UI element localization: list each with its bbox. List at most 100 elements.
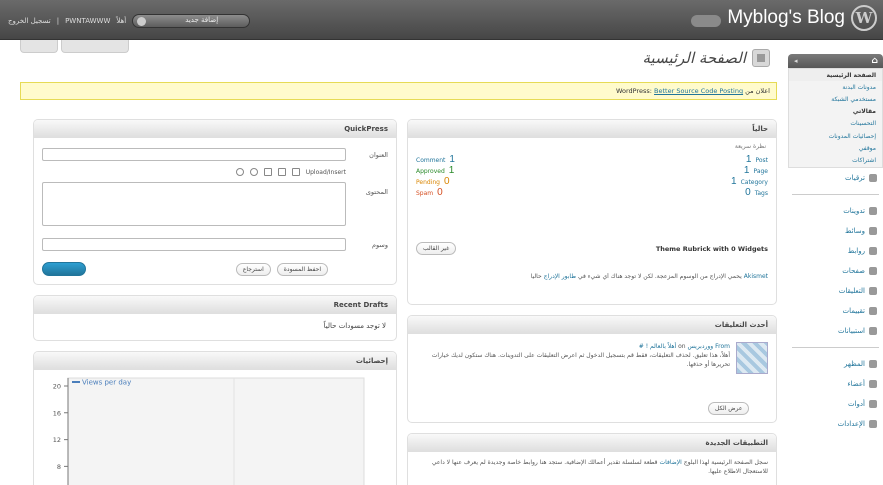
notice-source: WordPress: — [615, 87, 652, 95]
dashboard-menu-head[interactable]: ⌂ ◂ — [788, 54, 883, 68]
theme-line: غير القالب Theme Rubrick with 0 Widgets — [416, 242, 768, 255]
title-input[interactable] — [42, 148, 346, 161]
pages-icon — [869, 266, 877, 275]
menu-group-settings: المظهر أعضاء أدوات الإعدادات — [788, 354, 883, 434]
logout-link[interactable]: تسجيل الخروج — [8, 17, 51, 25]
sidebar-item-appearance[interactable]: المظهر — [788, 354, 883, 374]
greeting-text: أهلاً — [116, 17, 127, 25]
submenu-item[interactable]: موقفي — [789, 142, 882, 154]
akismet-link[interactable]: Akismet — [744, 273, 768, 280]
favorites-arrow-icon[interactable] — [137, 17, 147, 26]
stats-title[interactable]: إحصائيات — [34, 352, 396, 370]
tags-input[interactable] — [42, 238, 346, 251]
theme-info: Theme Rubrick with 0 Widgets — [655, 244, 768, 253]
title-label: العنوان — [369, 150, 388, 159]
notice-link[interactable]: Better Source Code Posting — [654, 87, 743, 95]
sidebar-item-settings[interactable]: الإعدادات — [788, 414, 883, 434]
plugins-title[interactable]: التطبيقات الجديدة — [408, 434, 776, 452]
content-row: المحتوى — [42, 182, 388, 226]
tools-icon — [869, 399, 877, 408]
spam-queue-link[interactable]: طابور الإدراج — [544, 273, 576, 280]
submenu-item[interactable]: إحصائيات المدونات — [789, 130, 882, 142]
pending-stat[interactable]: Pending 0 — [416, 176, 450, 187]
tags-stat[interactable]: 0 Tags — [745, 187, 768, 198]
favorites-label[interactable]: إضافة جديد — [185, 16, 218, 24]
spam-stat[interactable]: Spam 0 — [416, 187, 443, 198]
plugins-link[interactable]: الإضافات — [659, 459, 681, 466]
content-textarea[interactable] — [42, 182, 346, 226]
favorites-menu[interactable]: إضافة جديد — [132, 14, 251, 28]
help-tab[interactable] — [20, 40, 58, 53]
view-all-comments-button[interactable]: عرض الكل — [708, 402, 750, 415]
sidebar-item-upgrades[interactable]: ترقيات — [788, 168, 883, 188]
stats-row: Comment 1 1 Post — [416, 154, 768, 165]
dashboard-icon — [752, 49, 770, 67]
legend-label: Views per day — [82, 379, 131, 387]
comment-excerpt-2: تحريرها أو حذفها. — [686, 361, 730, 368]
sidebar-item-users[interactable]: أعضاء — [788, 374, 883, 394]
visit-site-button[interactable] — [691, 15, 722, 27]
quickpress-buttons: استرجاع احفظ المسودة — [42, 262, 388, 276]
comment-permalink[interactable]: # — [639, 343, 644, 350]
stats-row: Spam 0 0 Tags — [416, 187, 768, 198]
posts-icon — [869, 206, 877, 215]
comment-author-link[interactable]: ووردبريس — [688, 343, 714, 350]
comments-icon — [869, 286, 877, 295]
sidebar-item-pages[interactable]: صفحات — [788, 261, 883, 281]
title-row: العنوان — [42, 148, 388, 161]
sidebar-item-tools[interactable]: أدوات — [788, 394, 883, 414]
sidebar-item-ratings[interactable]: تقييمات — [788, 301, 883, 321]
tags-row: وسوم — [42, 238, 388, 251]
submenu-item[interactable]: التحسينات — [789, 118, 882, 130]
quickpress-title[interactable]: QuickPress — [34, 120, 396, 138]
sidebar-item-links[interactable]: روابط — [788, 241, 883, 261]
menu-separator — [792, 193, 879, 195]
views-chart-svg: 48121620Views per day — [53, 377, 365, 485]
change-theme-button[interactable]: غير القالب — [416, 242, 457, 255]
post-stat[interactable]: 1 Post — [746, 154, 768, 165]
page-stat[interactable]: 1 Page — [744, 165, 768, 176]
comment-post-link[interactable]: أهلاً بالعالم ! — [646, 343, 677, 350]
approved-stat[interactable]: Approved 1 — [416, 165, 454, 176]
submenu-item[interactable]: مستخدمي الشبكة — [789, 93, 882, 105]
avatar — [736, 342, 768, 374]
blog-title[interactable]: Myblog's Blog — [727, 7, 845, 29]
y-tick-label: 16 — [53, 409, 61, 417]
category-stat[interactable]: 1 Category — [731, 176, 768, 187]
stats-box: إحصائيات 48121620Views per day — [33, 351, 397, 485]
sidebar-item-polls[interactable]: استبيانات — [788, 321, 883, 341]
wordpress-logo-icon: W — [851, 5, 877, 31]
submenu-item[interactable]: مقالاتي — [789, 106, 882, 118]
username-link[interactable]: PWNTAWWW — [65, 17, 110, 25]
video-icon[interactable] — [277, 168, 286, 176]
reset-button[interactable]: استرجاع — [235, 262, 271, 276]
menu-group-content: تدوينات وسائط روابط صفحات التعليقات تقيي… — [788, 201, 883, 341]
submenu-item[interactable]: مدونات البدنة — [789, 81, 882, 93]
image-icon[interactable] — [291, 168, 300, 176]
comment-body: From ووردبريس on أهلاً بالعالم ! # أهلاً… — [416, 342, 730, 374]
notice-prefix: اعلان من — [745, 87, 770, 95]
content-label: المحتوى — [365, 188, 388, 196]
collapse-arrow-icon[interactable]: ◂ — [794, 57, 798, 65]
submenu-item[interactable]: اشتراكات — [789, 154, 882, 166]
recent-comments-title[interactable]: أحدث التعليقات — [408, 316, 776, 334]
media-icon[interactable] — [235, 168, 244, 176]
music-icon[interactable] — [263, 168, 272, 176]
publish-button[interactable] — [42, 262, 86, 276]
sidebar-item-posts[interactable]: تدوينات — [788, 201, 883, 221]
screen-options-tab[interactable] — [61, 40, 129, 53]
comment-stat[interactable]: Comment 1 — [416, 154, 455, 165]
submenu-item[interactable]: الصفحة الرئيسية — [789, 69, 882, 82]
sidebar-item-comments[interactable]: التعليقات — [788, 281, 883, 301]
appearance-icon — [869, 359, 877, 368]
comment-excerpt: أهلاً، هذا تعليق. لحذف التعليقات، فقط قم… — [431, 352, 730, 359]
sidebar-item-media[interactable]: وسائط — [788, 221, 883, 241]
star-icon[interactable] — [249, 168, 258, 176]
user-links: تسجيل الخروج | PWNTAWWW أهلاً إضافة جديد — [8, 14, 251, 28]
settings-icon — [869, 419, 877, 428]
save-draft-button[interactable]: احفظ المسودة — [276, 262, 328, 276]
recent-drafts-title[interactable]: Recent Drafts — [34, 296, 396, 314]
secondary-buttons: استرجاع احفظ المسودة — [235, 262, 328, 276]
right-now-title[interactable]: حالياً — [408, 120, 776, 138]
media-toolbar: Upload/Insert — [235, 168, 346, 176]
